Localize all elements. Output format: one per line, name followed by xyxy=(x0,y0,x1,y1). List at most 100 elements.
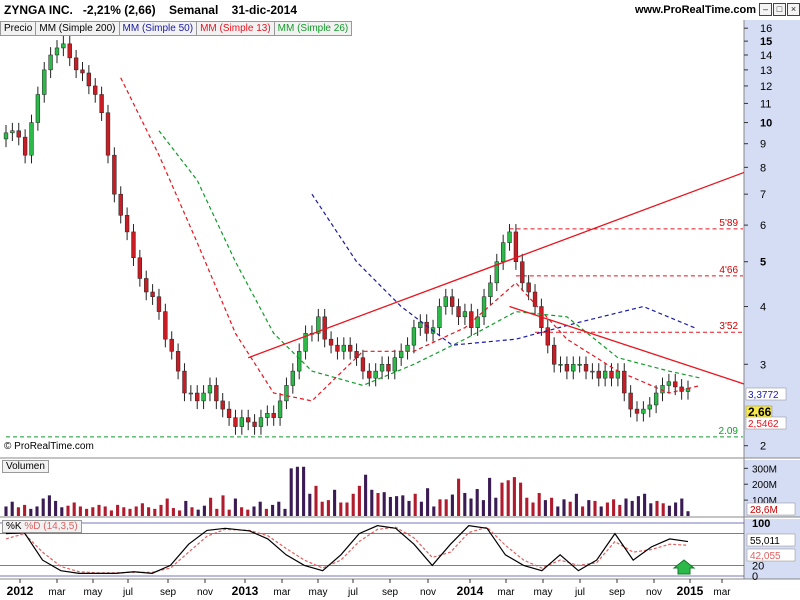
candle-body[interactable] xyxy=(469,311,474,328)
candle-body[interactable] xyxy=(456,306,461,318)
volume-bar[interactable] xyxy=(66,505,70,516)
candle-body[interactable] xyxy=(258,417,264,427)
candle-body[interactable] xyxy=(252,421,257,427)
candle-body[interactable] xyxy=(673,381,678,388)
candle-body[interactable] xyxy=(48,54,53,71)
candle-body[interactable] xyxy=(144,278,149,293)
volume-bar[interactable] xyxy=(283,508,287,516)
trendline[interactable] xyxy=(509,305,745,385)
stochastic-panel[interactable]: 10020055,01142,055 xyxy=(0,518,796,583)
candle-body[interactable] xyxy=(341,344,346,352)
volume-bar[interactable] xyxy=(221,495,225,516)
candle-body[interactable] xyxy=(175,351,181,372)
volume-bar[interactable] xyxy=(165,498,169,516)
volume-bar[interactable] xyxy=(184,500,188,516)
volume-bar[interactable] xyxy=(351,493,355,516)
candle-body[interactable] xyxy=(284,385,289,402)
candle-body[interactable] xyxy=(488,282,493,297)
volume-bar[interactable] xyxy=(562,499,566,516)
volume-bar[interactable] xyxy=(54,500,58,516)
volume-bar[interactable] xyxy=(599,506,603,516)
volume-bar[interactable] xyxy=(370,489,374,516)
volume-bar[interactable] xyxy=(407,500,411,516)
candle-body[interactable] xyxy=(399,351,404,358)
candle-body[interactable] xyxy=(169,338,174,352)
candle-body[interactable] xyxy=(634,408,640,414)
candle-body[interactable] xyxy=(93,85,98,95)
volume-bar[interactable] xyxy=(333,489,337,516)
volume-bar[interactable] xyxy=(376,492,380,516)
candle-body[interactable] xyxy=(99,94,104,114)
candle-body[interactable] xyxy=(233,417,238,427)
volume-bar[interactable] xyxy=(23,504,27,516)
volume-bar[interactable] xyxy=(97,504,101,516)
candle-body[interactable] xyxy=(10,130,15,134)
candle-body[interactable] xyxy=(647,404,652,410)
candle-body[interactable] xyxy=(105,112,111,156)
candle-body[interactable] xyxy=(520,261,525,284)
stoch-k-line[interactable] xyxy=(5,525,689,574)
volume-panel[interactable]: 300M200M100M28,6M xyxy=(4,464,796,517)
volume-bar[interactable] xyxy=(581,506,585,516)
candle-body[interactable] xyxy=(137,257,143,279)
volume-bar[interactable] xyxy=(630,500,634,516)
candle-body[interactable] xyxy=(564,364,570,372)
candle-body[interactable] xyxy=(265,413,270,418)
volume-bar[interactable] xyxy=(469,498,473,516)
candle-body[interactable] xyxy=(558,364,563,366)
volume-bar[interactable] xyxy=(488,477,492,516)
chart-canvas[interactable]: 1615 14 13 12 11 10 9 8 7 6 5 4 3 2 5'89 4'66 3'52 2.09 3,… xyxy=(0,0,800,600)
volume-bar[interactable] xyxy=(339,502,343,517)
volume-bar[interactable] xyxy=(686,511,690,516)
candle-body[interactable] xyxy=(641,408,646,414)
volume-bar[interactable] xyxy=(506,480,510,516)
volume-bar[interactable] xyxy=(91,507,95,516)
volume-bar[interactable] xyxy=(661,503,665,516)
candle-body[interactable] xyxy=(22,136,28,156)
candle-body[interactable] xyxy=(551,344,557,365)
volume-bar[interactable] xyxy=(35,506,39,516)
volume-bar[interactable] xyxy=(624,498,628,516)
candle-body[interactable] xyxy=(163,311,168,340)
volume-bar[interactable] xyxy=(605,502,609,517)
volume-bar[interactable] xyxy=(587,500,591,516)
candle-body[interactable] xyxy=(201,392,206,402)
candle-body[interactable] xyxy=(335,344,340,352)
volume-bar[interactable] xyxy=(395,496,399,516)
candle-body[interactable] xyxy=(328,338,334,346)
volume-bar[interactable] xyxy=(295,466,299,516)
volume-bar[interactable] xyxy=(531,502,535,517)
moving-average-line[interactable] xyxy=(158,130,701,387)
moving-average-line[interactable] xyxy=(120,77,701,402)
volume-bar[interactable] xyxy=(357,485,361,516)
volume-bar[interactable] xyxy=(537,492,541,516)
volume-bar[interactable] xyxy=(649,503,653,516)
volume-title[interactable]: Volumen xyxy=(2,460,49,473)
candle-body[interactable] xyxy=(297,351,302,372)
volume-bar[interactable] xyxy=(512,477,516,516)
volume-bar[interactable] xyxy=(240,507,244,516)
candle-body[interactable] xyxy=(628,392,633,410)
candle-body[interactable] xyxy=(150,291,155,297)
candle-body[interactable] xyxy=(226,408,232,418)
volume-bar[interactable] xyxy=(72,502,76,517)
candle-body[interactable] xyxy=(602,370,608,379)
candle-body[interactable] xyxy=(545,327,550,346)
candle-body[interactable] xyxy=(86,72,92,87)
volume-bar[interactable] xyxy=(655,500,659,516)
candle-body[interactable] xyxy=(214,385,219,402)
volume-bar[interactable] xyxy=(419,501,423,516)
candle-body[interactable] xyxy=(220,400,225,410)
candle-body[interactable] xyxy=(61,43,66,49)
candle-body[interactable] xyxy=(500,242,506,262)
candle-body[interactable] xyxy=(195,392,200,402)
candle-body[interactable] xyxy=(418,321,423,328)
candle-body[interactable] xyxy=(577,364,582,366)
candle-body[interactable] xyxy=(156,296,162,312)
candle-body[interactable] xyxy=(354,351,359,358)
volume-bar[interactable] xyxy=(667,505,671,516)
volume-bar[interactable] xyxy=(190,507,194,516)
volume-bar[interactable] xyxy=(4,506,8,516)
volume-bar[interactable] xyxy=(432,506,436,516)
candle-body[interactable] xyxy=(615,370,621,379)
